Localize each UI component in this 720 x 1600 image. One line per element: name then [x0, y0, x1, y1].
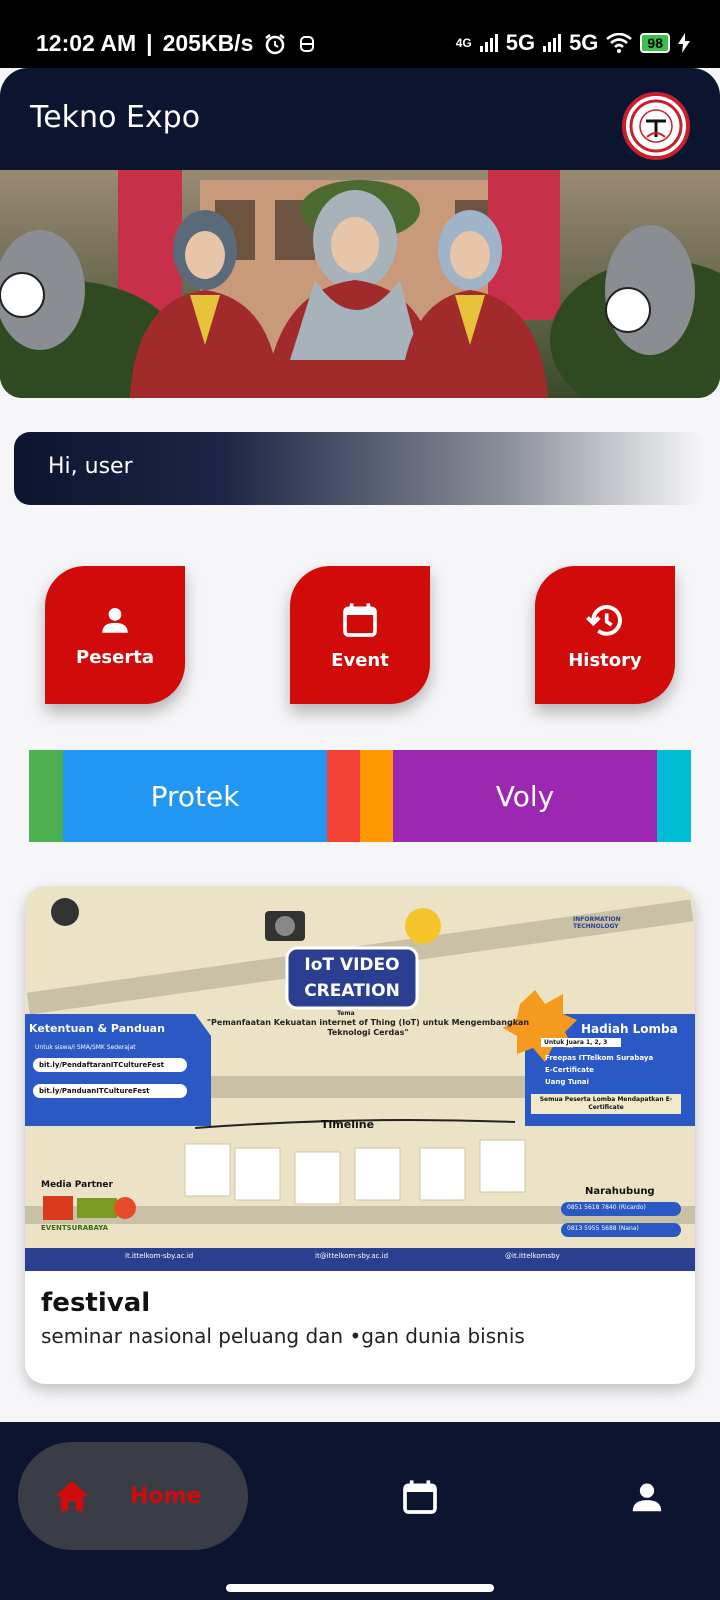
poster-cert-note: Semua Peserta Lomba Mendapatkan E-Certif… [531, 1094, 681, 1114]
university-logo [622, 92, 690, 160]
app-title: Tekno Expo [30, 100, 201, 135]
tab-cyan[interactable] [657, 750, 691, 842]
battery-icon: 98 [640, 33, 670, 53]
hero-photo [0, 170, 720, 398]
poster-left-note: Untuk siswa/i SMA/SMK Sederajat [35, 1044, 136, 1051]
poster-contact-2: 0813 5955 5688 (Nana) [567, 1225, 639, 1232]
poster-timeline: Timeline [321, 1118, 375, 1131]
tab-voly[interactable]: Voly [393, 750, 657, 842]
status-time: 12:02 AM [36, 30, 137, 56]
poster-tema-text: "Pemanfaatan Kekuatan internet of Thing … [206, 1018, 530, 1037]
event-card[interactable]: IoT VIDEO CREATION Tema "Pemanfaatan Kek… [25, 886, 695, 1384]
status-divider: | [146, 30, 153, 56]
poster-footer-web: it.ittelkom-sby.ac.id [125, 1252, 194, 1260]
greeting-text: Hi, user [48, 454, 133, 479]
event-poster: IoT VIDEO CREATION Tema "Pemanfaatan Kek… [25, 886, 695, 1271]
poster-event-surabaya: EVENTSURABAYA [41, 1224, 109, 1232]
status-bar: 12:02 AM | 205KB/s 4G 5G 5G 98 [0, 0, 720, 68]
home-icon [55, 1481, 89, 1511]
bottom-navigation: Home [0, 1422, 720, 1600]
person-icon [632, 1483, 662, 1512]
nav-event[interactable] [400, 1476, 440, 1522]
peserta-button[interactable]: Peserta [45, 566, 185, 704]
alarm-icon [265, 33, 286, 54]
peserta-label: Peserta [76, 646, 154, 668]
poster-media-partner: Media Partner [41, 1180, 113, 1190]
poster-prize-2: E-Certificate [545, 1066, 594, 1074]
event-button[interactable]: Event [290, 566, 430, 704]
poster-link-1: bit.ly/PendaftaranITCultureFest [33, 1058, 187, 1072]
calendar-icon [403, 1480, 437, 1514]
event-card-title: festival [41, 1288, 151, 1318]
poster-headline-line1: IoT VIDEO [304, 955, 400, 975]
poster-it-badge: INFORMATION TECHNOLOGY [573, 916, 621, 930]
person-icon [102, 607, 128, 633]
tab-orange[interactable] [360, 750, 393, 842]
poster-headline-line2: CREATION [304, 981, 400, 1001]
wifi-icon [606, 33, 633, 53]
poster-right-title: Hadiah Lomba [581, 1022, 678, 1036]
category-tabs: Protek Voly [29, 750, 691, 842]
event-card-subtitle: seminar nasional peluang dan •gan dunia … [41, 1324, 525, 1348]
history-icon [586, 604, 622, 636]
nav-home[interactable]: Home [18, 1442, 248, 1550]
poster-tema: Tema [337, 1010, 355, 1017]
network-5g-label-2: 5G [569, 30, 599, 55]
poster-footer-instagram: @it.ittelkomsby [505, 1252, 560, 1260]
greeting-banner: Hi, user [14, 432, 704, 505]
app-bar: Tekno Expo [0, 68, 720, 170]
history-label: History [568, 649, 642, 671]
poster-headline: IoT VIDEO CREATION [287, 952, 417, 1004]
status-speed: 205KB/s [162, 30, 254, 56]
signal-icon-2 [543, 34, 562, 52]
gesture-bar [226, 1584, 494, 1592]
university-seal-icon [629, 99, 683, 153]
tab-red[interactable] [327, 750, 360, 842]
poster-right-sub: Untuk Juara 1, 2, 3 [541, 1038, 621, 1047]
poster-narahubung: Narahubung [585, 1186, 655, 1197]
nav-profile[interactable] [628, 1478, 666, 1520]
poster-link-2: bit.ly/PanduanITCultureFest [33, 1084, 187, 1098]
poster-art [25, 886, 695, 1271]
poster-contact-1: 0851 5618 7840 (Ricardo) [567, 1204, 646, 1211]
signal-icon [479, 34, 498, 52]
hero-banner [0, 170, 720, 398]
tab-green[interactable] [29, 750, 63, 842]
poster-footer-email: it@ittelkom-sby.ac.id [315, 1252, 389, 1260]
status-right: 4G 5G 5G 98 [456, 30, 690, 56]
history-button[interactable]: History [535, 566, 675, 704]
status-left: 12:02 AM | 205KB/s [36, 30, 317, 57]
event-label: Event [331, 649, 389, 671]
poster-prize-1: Freepas ITTelkom Surabaya [545, 1054, 654, 1062]
network-4g-label: 4G [455, 36, 472, 50]
poster-left-title: Ketentuan & Panduan [29, 1022, 165, 1035]
nav-home-label: Home [130, 1483, 202, 1509]
charging-icon [678, 33, 690, 53]
network-5g-label-1: 5G [505, 30, 536, 55]
calendar-icon [343, 602, 377, 637]
sync-icon [300, 35, 315, 52]
poster-prize-3: Uang Tunai [545, 1078, 589, 1086]
tab-protek[interactable]: Protek [63, 750, 327, 842]
